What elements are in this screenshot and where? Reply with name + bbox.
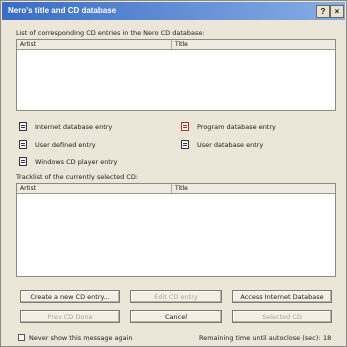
user-defined-entry-icon <box>19 140 27 149</box>
prev-cd-done-button[interactable]: Prev CD Done <box>20 310 120 323</box>
selected-cd-button[interactable]: Selected CD <box>232 310 332 323</box>
never-show-label[interactable]: Never show this message again <box>29 334 133 342</box>
cancel-button[interactable]: Cancel <box>130 310 222 323</box>
tracklist-header: Artist Title <box>17 184 335 194</box>
cd-entries-list[interactable]: Artist Title <box>16 39 336 111</box>
autoclose-countdown: 18 <box>323 334 332 342</box>
access-internet-database-button[interactable]: Access Internet Database <box>232 290 332 303</box>
create-cd-entry-button[interactable]: Create a new CD entry... <box>20 290 120 303</box>
tracklist-column-artist[interactable]: Artist <box>17 184 172 193</box>
program-entry-icon <box>181 122 189 131</box>
help-button[interactable]: ? <box>316 5 330 18</box>
legend-program: Program database entry <box>197 123 276 131</box>
cd-entries-label: List of corresponding CD entries in the … <box>16 29 205 37</box>
windows-cd-player-icon <box>19 157 27 166</box>
tracklist-column-title[interactable]: Title <box>172 184 335 193</box>
close-button[interactable]: × <box>330 5 344 18</box>
never-show-checkbox[interactable] <box>18 334 25 341</box>
column-title[interactable]: Title <box>172 40 335 49</box>
user-database-entry-icon <box>181 140 189 149</box>
window-title: Nero's title and CD database <box>8 6 117 15</box>
legend-user-database: User database entry <box>197 141 264 149</box>
column-artist[interactable]: Artist <box>17 40 172 49</box>
cd-entries-header: Artist Title <box>17 40 335 50</box>
tracklist-list[interactable]: Artist Title <box>16 183 336 277</box>
dialog-window: Nero's title and CD database ? × List of… <box>0 0 347 347</box>
internet-entry-icon <box>19 122 27 131</box>
tracklist-label: Tracklist of the currently selected CD: <box>16 173 139 181</box>
legend-user-defined: User defined entry <box>35 141 96 149</box>
legend-windows: Windows CD player entry <box>35 158 118 166</box>
autoclose-label: Remaining time until autoclose (sec): <box>199 334 321 342</box>
legend-internet: Internet database entry <box>35 123 113 131</box>
edit-cd-entry-button[interactable]: Edit CD entry <box>130 290 222 303</box>
title-bar[interactable]: Nero's title and CD database ? × <box>2 2 345 20</box>
